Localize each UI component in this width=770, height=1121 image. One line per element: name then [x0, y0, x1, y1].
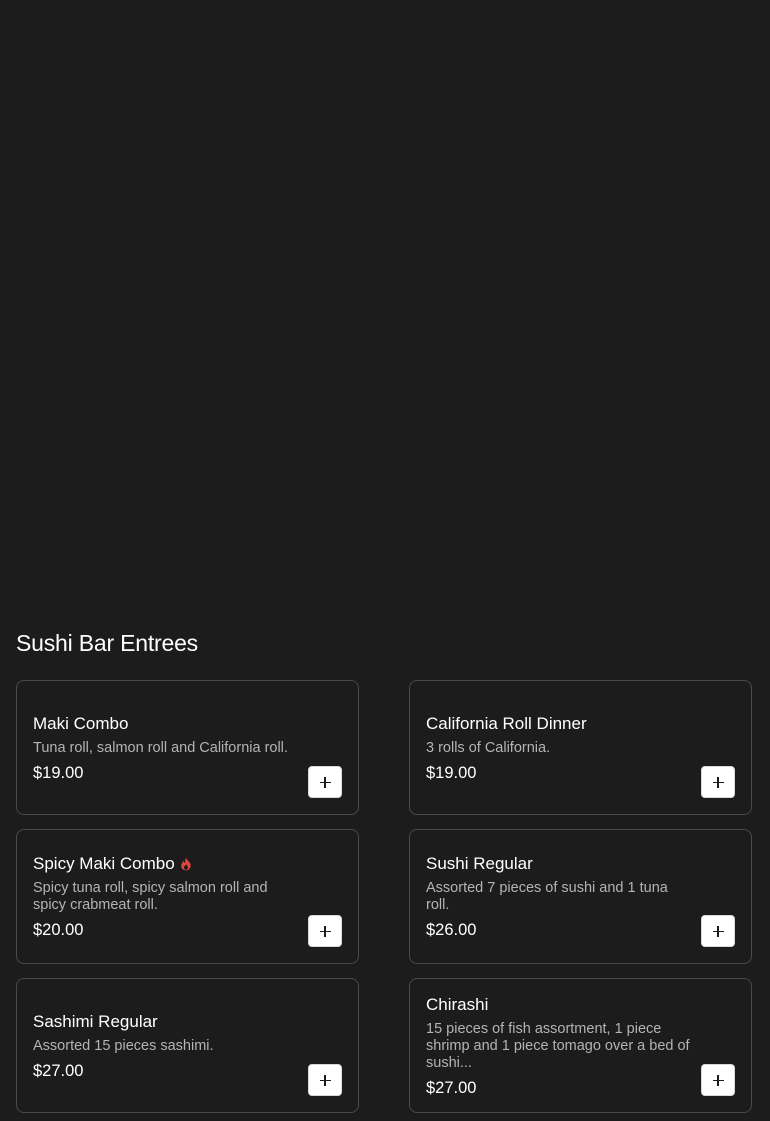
- menu-item-price: $19.00: [33, 763, 84, 782]
- menu-item-name-text: Spicy Maki Combo: [33, 854, 175, 873]
- menu-item-price: $27.00: [426, 1078, 477, 1097]
- menu-item-card[interactable]: Sashimi Regular Assorted 15 pieces sashi…: [16, 978, 359, 1113]
- menu-item-info: Sushi Regular Assorted 7 pieces of sushi…: [426, 830, 691, 963]
- add-to-cart-button[interactable]: [701, 766, 735, 798]
- menu-item-price: $19.00: [426, 763, 477, 782]
- add-to-cart-button[interactable]: [308, 766, 342, 798]
- menu-item-name-text: California Roll Dinner: [426, 713, 587, 733]
- menu-page: Sushi Bar Entrees Maki Combo Tuna roll, …: [0, 0, 770, 1121]
- menu-item-info: Chirashi 15 pieces of fish assortment, 1…: [426, 979, 691, 1112]
- menu-item-name-text: Sashimi Regular: [33, 1011, 158, 1031]
- menu-item-price: $20.00: [33, 921, 84, 939]
- add-to-cart-button[interactable]: [308, 915, 342, 947]
- menu-item-card[interactable]: Chirashi 15 pieces of fish assortment, 1…: [409, 978, 752, 1113]
- plus-icon: [319, 776, 331, 788]
- menu-item-card[interactable]: California Roll Dinner 3 rolls of Califo…: [409, 680, 752, 815]
- add-to-cart-button[interactable]: [308, 1064, 342, 1096]
- menu-item-price: $26.00: [426, 921, 477, 939]
- flame-icon: [180, 857, 191, 871]
- menu-item-info: Spicy Maki Combo Spicy tuna roll, spicy …: [33, 830, 298, 963]
- menu-item-name-text: Maki Combo: [33, 713, 129, 733]
- plus-icon: [319, 1074, 331, 1086]
- menu-item-name-text: Sushi Regular: [426, 854, 533, 873]
- menu-item-name: California Roll Dinner: [426, 713, 691, 735]
- add-to-cart-button[interactable]: [701, 1064, 735, 1096]
- menu-item-name: Maki Combo: [33, 713, 298, 735]
- plus-icon: [712, 776, 724, 788]
- menu-item-description: 3 rolls of California.: [426, 739, 551, 756]
- menu-item-info: California Roll Dinner 3 rolls of Califo…: [426, 681, 691, 814]
- menu-item-description: Assorted 15 pieces sashimi.: [33, 1037, 214, 1054]
- menu-item-name: Spicy Maki Combo: [33, 853, 298, 875]
- menu-item-description: 15 pieces of fish assortment, 1 piece sh…: [426, 1020, 690, 1071]
- menu-item-name-text: Chirashi: [426, 994, 489, 1014]
- section-title: Sushi Bar Entrees: [16, 630, 198, 656]
- menu-item-name: Sushi Regular: [426, 853, 691, 875]
- menu-item-info: Sashimi Regular Assorted 15 pieces sashi…: [33, 979, 298, 1112]
- menu-item-name: Sashimi Regular: [33, 1011, 298, 1033]
- menu-item-description: Tuna roll, salmon roll and California ro…: [33, 739, 288, 756]
- menu-item-card[interactable]: Sushi Regular Assorted 7 pieces of sushi…: [409, 829, 752, 964]
- plus-icon: [319, 925, 331, 937]
- menu-item-description: Spicy tuna roll, spicy salmon roll and s…: [33, 880, 268, 913]
- plus-icon: [712, 1074, 724, 1086]
- add-to-cart-button[interactable]: [701, 915, 735, 947]
- menu-item-card[interactable]: Maki Combo Tuna roll, salmon roll and Ca…: [16, 680, 359, 815]
- menu-item-price: $27.00: [33, 1061, 84, 1080]
- menu-item-description: Assorted 7 pieces of sushi and 1 tuna ro…: [426, 880, 668, 913]
- menu-item-name: Chirashi: [426, 994, 691, 1016]
- menu-item-info: Maki Combo Tuna roll, salmon roll and Ca…: [33, 681, 298, 814]
- plus-icon: [712, 925, 724, 937]
- menu-item-card[interactable]: Spicy Maki Combo Spicy tuna roll, spicy …: [16, 829, 359, 964]
